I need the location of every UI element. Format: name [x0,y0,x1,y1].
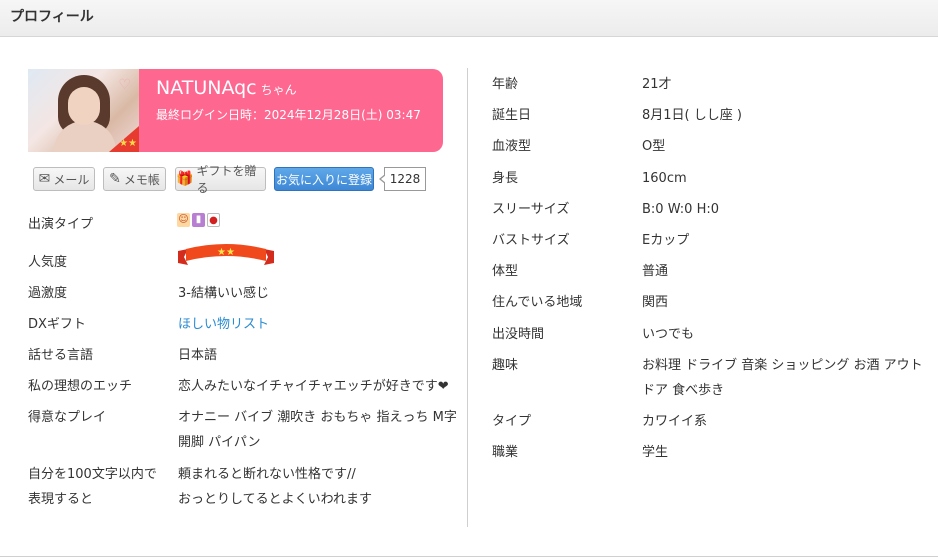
self-intro-value: 頼まれると断れない性格です// [178,467,356,482]
gift-icon: 🎁 [176,171,194,187]
profile-name: NATUNAqc [156,77,257,99]
wishlist-link[interactable]: ほしい物リスト [178,312,269,337]
appearance-type-icons: ☺ ▮ ● [177,213,220,229]
japan-flag-icon: ● [207,213,220,227]
favorite-count: 1228 [379,167,426,191]
hobbies-value: お料理 ドライブ 音楽 ショッピング お酒 アウト [642,358,923,373]
column-divider [467,68,468,527]
mail-button-label: メール [53,172,90,187]
three-sizes-value: B:0 W:0 H:0 [642,202,720,217]
occupation-label: 職業 [492,445,519,460]
last-login: 最終ログイン日時：2024年12月28日(土) 03:47 [156,108,421,122]
intensity-value: 3-結構いい感じ [178,286,269,301]
ideal-value: 恋人みたいなイチャイチャエッチが好きです❤ [178,379,449,394]
toy-icon: ▮ [192,213,205,227]
body-type-label: 体型 [492,264,519,279]
profile-name-card: NATUNAqc ちゃん 最終ログイン日時：2024年12月28日(土) 03:4… [139,69,443,152]
self-intro-label: 自分を100文字以内で [28,467,157,482]
birthday-value: 8月1日( しし座 ) [642,108,742,123]
profile-name-line: NATUNAqc ちゃん [156,77,297,99]
memo-button[interactable]: ✎ メモ帳 [103,167,166,191]
section-title: プロフィール [10,9,94,25]
avatar-face [68,87,100,125]
favorite-play-value: オナニー バイブ 潮吹き おもちゃ 指えっち M字 [178,410,457,425]
three-sizes-label: スリーサイズ [492,202,570,217]
section-header: プロフィール [0,0,938,37]
languages-label: 話せる言語 [28,348,94,363]
region-label: 住んでいる地域 [492,295,583,310]
heart-icon: ♡ [118,77,131,93]
favorite-play-value-line2: 開脚 パイパン [178,435,261,450]
gift-button[interactable]: 🎁 ギフトを贈る [175,164,266,195]
bust-size-label: バストサイズ [492,233,570,248]
favorite-button[interactable]: お気に入りに登録 [274,167,374,191]
profile-avatar[interactable]: ♡ ★★ [28,69,139,152]
appearance-type-label: 出演タイプ [28,217,94,232]
languages-value: 日本語 [178,348,218,363]
bottom-border [0,556,938,557]
dx-gift-label: DXギフト [28,317,86,332]
memo-button-label: メモ帳 [123,172,160,187]
favorite-play-label: 得意なプレイ [28,410,107,425]
birthday-label: 誕生日 [492,108,532,123]
occupation-value: 学生 [642,445,669,460]
age-label: 年齢 [492,77,519,92]
hobbies-value-line2: ドア 食べ歩き [642,383,725,398]
ribbon-two-stars-icon: ★★ [178,244,274,265]
online-time-value: いつでも [642,327,695,342]
envelope-icon: ✉ [38,171,51,187]
intensity-label: 過激度 [28,286,68,301]
ideal-label: 私の理想のエッチ [28,379,133,394]
type-value: カワイイ系 [642,414,708,429]
blood-type-value: O型 [642,139,666,154]
age-value: 21才 [642,77,672,92]
bust-size-value: Eカップ [642,233,690,248]
notepad-icon: ✎ [109,171,121,187]
type-label: タイプ [492,414,532,429]
self-intro-label-line2: 表現すると [28,492,94,507]
region-value: 関西 [642,295,669,310]
hobbies-label: 趣味 [492,358,519,373]
profile-name-suffix: ちゃん [260,83,297,97]
online-time-label: 出没時間 [492,327,545,342]
height-value: 160cm [642,171,687,186]
height-label: 身長 [492,171,519,186]
popularity-label: 人気度 [28,255,68,270]
svg-text:★★: ★★ [217,247,235,258]
favorite-button-label: お気に入りに登録 [275,172,372,187]
self-intro-value-line2: おっとりしてるとよくいわれます [178,492,372,507]
mail-button[interactable]: ✉ メール [33,167,95,191]
face-icon: ☺ [177,213,190,227]
gift-button-label: ギフトを贈る [196,164,257,195]
blood-type-label: 血液型 [492,139,532,154]
body-type-value: 普通 [642,264,669,279]
